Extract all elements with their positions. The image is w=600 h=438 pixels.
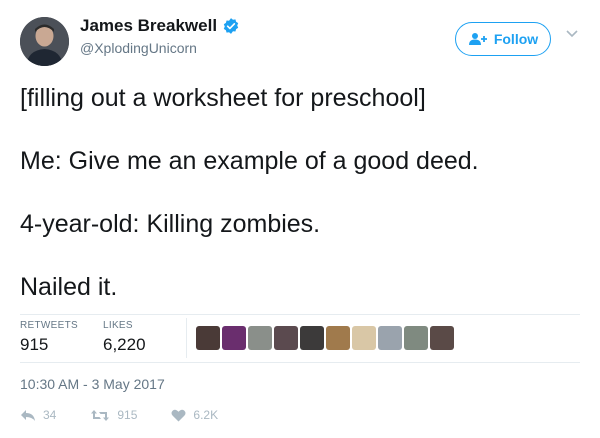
retweets-label: RETWEETS [20, 320, 78, 331]
retweets-value: 915 [20, 335, 49, 354]
liker-avatar[interactable] [300, 326, 324, 350]
author-handle[interactable]: @XplodingUnicorn [80, 40, 197, 56]
liker-avatar[interactable] [326, 326, 350, 350]
retweets-stat[interactable]: RETWEETS 915 [20, 320, 78, 355]
reply-action[interactable]: 34 [20, 408, 56, 422]
retweet-icon [91, 409, 110, 421]
tweet-line: [filling out a worksheet for preschool] [20, 84, 426, 112]
avatar[interactable] [20, 17, 69, 66]
display-name[interactable]: James Breakwell [80, 16, 217, 36]
retweet-count: 915 [117, 408, 138, 422]
liker-avatar[interactable] [196, 326, 220, 350]
stats-divider [20, 362, 580, 363]
liker-avatar[interactable] [222, 326, 246, 350]
like-action[interactable]: 6.2K [171, 408, 218, 422]
liker-avatar[interactable] [248, 326, 272, 350]
follow-button-label: Follow [493, 31, 539, 47]
heart-icon [171, 409, 186, 421]
like-count: 6.2K [193, 408, 219, 422]
reply-count: 34 [43, 408, 57, 422]
tweet-timestamp[interactable]: 10:30 AM - 3 May 2017 [20, 376, 165, 392]
liker-avatar[interactable] [404, 326, 428, 350]
liker-avatar[interactable] [352, 326, 376, 350]
liker-avatars [196, 326, 456, 350]
likes-value: 6,220 [103, 335, 146, 354]
author-name-row: James Breakwell [80, 16, 240, 36]
stats-divider [20, 314, 580, 315]
retweet-action[interactable]: 915 [90, 408, 137, 422]
tweet-line: Nailed it. [20, 273, 118, 301]
likes-stat[interactable]: LIKES 6,220 [103, 320, 146, 355]
follow-button[interactable]: Follow [455, 22, 551, 56]
tweet-actions: 34 915 6.2K [20, 408, 252, 422]
liker-avatar[interactable] [274, 326, 298, 350]
liker-avatar[interactable] [378, 326, 402, 350]
liker-avatar[interactable] [430, 326, 454, 350]
tweet-line: 4-year-old: Killing zombies. [20, 210, 321, 238]
verified-badge-icon [223, 18, 239, 34]
chevron-down-icon[interactable] [566, 30, 578, 38]
add-user-icon [468, 33, 487, 45]
likes-label: LIKES [103, 320, 133, 331]
reply-icon [21, 409, 35, 421]
tweet-line: Me: Give me an example of a good deed. [20, 147, 479, 175]
stats-vertical-divider [186, 318, 187, 358]
